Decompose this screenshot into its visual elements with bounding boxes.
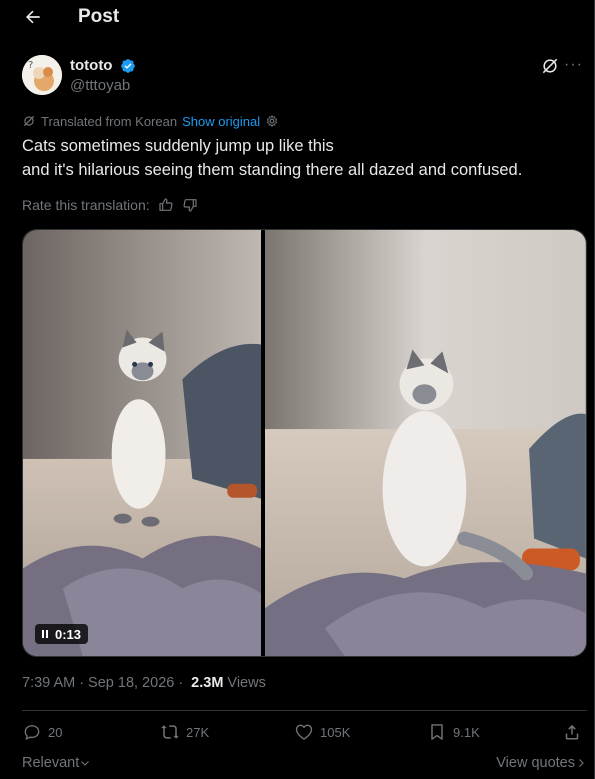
cat-photo-image — [265, 230, 586, 656]
more-options-icon[interactable]: ··· — [564, 56, 582, 76]
bookmark-count: 9.1K — [453, 724, 480, 740]
views-label: Views — [227, 675, 266, 691]
video-thumbnail[interactable]: 0:13 — [23, 230, 262, 656]
chevron-right-icon — [579, 759, 584, 767]
user-handle[interactable]: @tttoyab — [70, 77, 130, 94]
thumbs-down-icon[interactable] — [182, 197, 198, 213]
post-metadata: 7:39 AM · Sep 18, 2026 · 2.3M Views — [22, 675, 266, 691]
post-text: Cats sometimes suddenly jump up like thi… — [22, 134, 582, 182]
page-title: Post — [78, 6, 120, 27]
action-bar: 20 27K 105K 9.1K — [22, 722, 587, 746]
gear-icon[interactable] — [265, 114, 279, 128]
post-text-line-2: and it's hilarious seeing them standing … — [22, 161, 523, 179]
post-date[interactable]: Sep 18, 2026 — [88, 675, 174, 691]
like-count: 105K — [320, 724, 351, 740]
back-button[interactable] — [22, 6, 44, 28]
rate-translation-label: Rate this translation: — [22, 197, 150, 213]
view-quotes-label: View quotes — [496, 755, 575, 771]
separator-dot: · — [178, 675, 184, 691]
sort-label: Relevant — [22, 755, 80, 771]
avatar-image: ? — [22, 55, 62, 95]
share-button[interactable] — [562, 722, 582, 742]
separator-dot: · — [79, 675, 85, 691]
post-detail-view: Post ? tototo @tttoyab ··· Translated fr… — [0, 0, 595, 779]
share-icon — [565, 724, 579, 740]
post-text-line-1: Cats sometimes suddenly jump up like thi… — [22, 137, 334, 155]
thumbs-up-icon[interactable] — [158, 197, 174, 213]
display-name[interactable]: tototo — [70, 57, 112, 74]
sort-relevant-dropdown[interactable]: Relevant — [22, 755, 91, 771]
video-duration: 0:13 — [55, 626, 82, 642]
arrow-left-icon — [26, 10, 40, 24]
post-footer: Relevant View quotes — [22, 755, 587, 775]
grok-small-icon — [23, 115, 35, 127]
post-author: ? tototo @tttoyab ··· — [22, 55, 582, 97]
views-count: 2.3M — [191, 675, 224, 691]
rate-translation: Rate this translation: — [22, 196, 198, 214]
translated-label: Translated from Korean — [41, 113, 178, 129]
translation-notice: Translated from Korean Show original — [22, 112, 279, 130]
repost-count: 27K — [186, 724, 210, 740]
media-grid: 0:13 — [22, 229, 587, 657]
heart-icon — [295, 724, 313, 740]
video-duration-badge[interactable]: 0:13 — [35, 624, 89, 644]
repost-button[interactable]: 27K — [160, 722, 209, 742]
repost-icon — [161, 725, 179, 739]
verified-badge-icon — [121, 59, 135, 73]
image-thumbnail[interactable] — [265, 230, 586, 656]
reply-count: 20 — [48, 724, 63, 740]
avatar[interactable]: ? — [22, 55, 62, 95]
like-button[interactable]: 105K — [294, 722, 350, 742]
chevron-down-icon — [81, 761, 90, 766]
divider — [22, 710, 587, 711]
header: Post — [0, 0, 594, 36]
bookmark-button[interactable]: 9.1K — [427, 722, 480, 742]
bookmark-icon — [431, 724, 443, 740]
svg-text:?: ? — [28, 60, 33, 71]
show-original-link[interactable]: Show original — [182, 114, 260, 129]
reply-button[interactable]: 20 — [22, 722, 62, 742]
post-time[interactable]: 7:39 AM — [22, 675, 75, 691]
reply-icon — [24, 725, 40, 740]
cat-video-image — [23, 230, 262, 656]
view-quotes-link[interactable]: View quotes — [496, 755, 587, 771]
grok-icon[interactable] — [540, 56, 560, 76]
pause-icon — [42, 630, 48, 638]
